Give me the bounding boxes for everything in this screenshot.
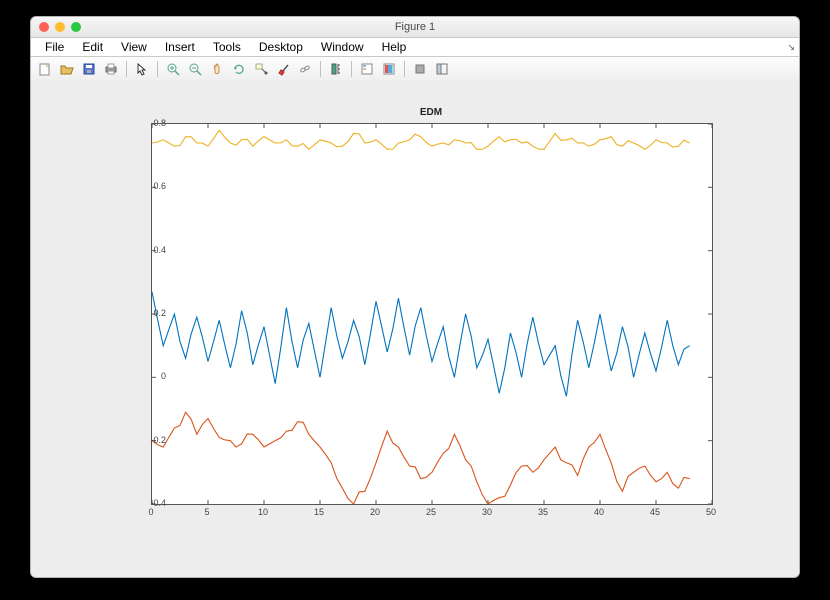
zoom-out-icon[interactable] [185,60,205,78]
pan-icon[interactable] [207,60,227,78]
save-icon[interactable] [79,60,99,78]
figure-area: EDM -0.4-0.200.20.40.60.8051015202530354… [31,81,799,577]
pointer-icon[interactable] [132,60,152,78]
x-tick-label: 5 [204,507,209,517]
menu-file[interactable]: File [37,39,72,55]
series-line [152,130,690,149]
series-line [152,292,690,397]
hide-plot-tools-icon[interactable] [410,60,430,78]
titlebar: Figure 1 [31,17,799,38]
x-tick-label: 0 [148,507,153,517]
toolbar-separator [351,61,352,77]
menu-view[interactable]: View [113,39,155,55]
menu-overflow-icon[interactable]: ↘ [787,42,795,53]
y-tick-label: -0.2 [136,435,166,445]
y-tick-label: 0.2 [136,308,166,318]
zoom-in-icon[interactable] [163,60,183,78]
x-tick-label: 40 [594,507,604,517]
x-tick-label: 15 [314,507,324,517]
axes-container: EDM -0.4-0.200.20.40.60.8051015202530354… [111,109,731,529]
menu-desktop[interactable]: Desktop [251,39,311,55]
menu-insert[interactable]: Insert [157,39,203,55]
y-tick-label: 0.8 [136,118,166,128]
menubar: File Edit View Insert Tools Desktop Wind… [31,38,799,57]
menu-window[interactable]: Window [313,39,372,55]
axes [151,123,713,505]
x-tick-label: 50 [706,507,716,517]
insert-legend-icon[interactable] [357,60,377,78]
x-tick-label: 45 [650,507,660,517]
y-tick-label: 0.6 [136,181,166,191]
y-tick-label: 0.4 [136,245,166,255]
chart-title: EDM [111,107,751,118]
x-tick-label: 20 [370,507,380,517]
toolbar-separator [320,61,321,77]
menu-tools[interactable]: Tools [205,39,249,55]
menu-help[interactable]: Help [374,39,415,55]
y-tick-label: 0 [136,371,166,381]
toolbar-separator [126,61,127,77]
colorbar-icon[interactable] [326,60,346,78]
x-tick-label: 25 [426,507,436,517]
x-tick-label: 30 [482,507,492,517]
plot-canvas [152,124,712,504]
window-title: Figure 1 [31,21,799,33]
figure-window: Figure 1 File Edit View Insert Tools Des… [30,16,800,578]
toolbar [31,57,799,82]
dock-figure-icon[interactable] [432,60,452,78]
data-cursor-icon[interactable] [251,60,271,78]
insert-colorbar-icon[interactable] [379,60,399,78]
link-icon[interactable] [295,60,315,78]
series-line [152,412,690,504]
new-figure-icon[interactable] [35,60,55,78]
x-tick-label: 35 [538,507,548,517]
brush-icon[interactable] [273,60,293,78]
open-icon[interactable] [57,60,77,78]
toolbar-separator [157,61,158,77]
toolbar-separator [404,61,405,77]
rotate-icon[interactable] [229,60,249,78]
x-tick-label: 10 [258,507,268,517]
print-icon[interactable] [101,60,121,78]
menu-edit[interactable]: Edit [74,39,111,55]
